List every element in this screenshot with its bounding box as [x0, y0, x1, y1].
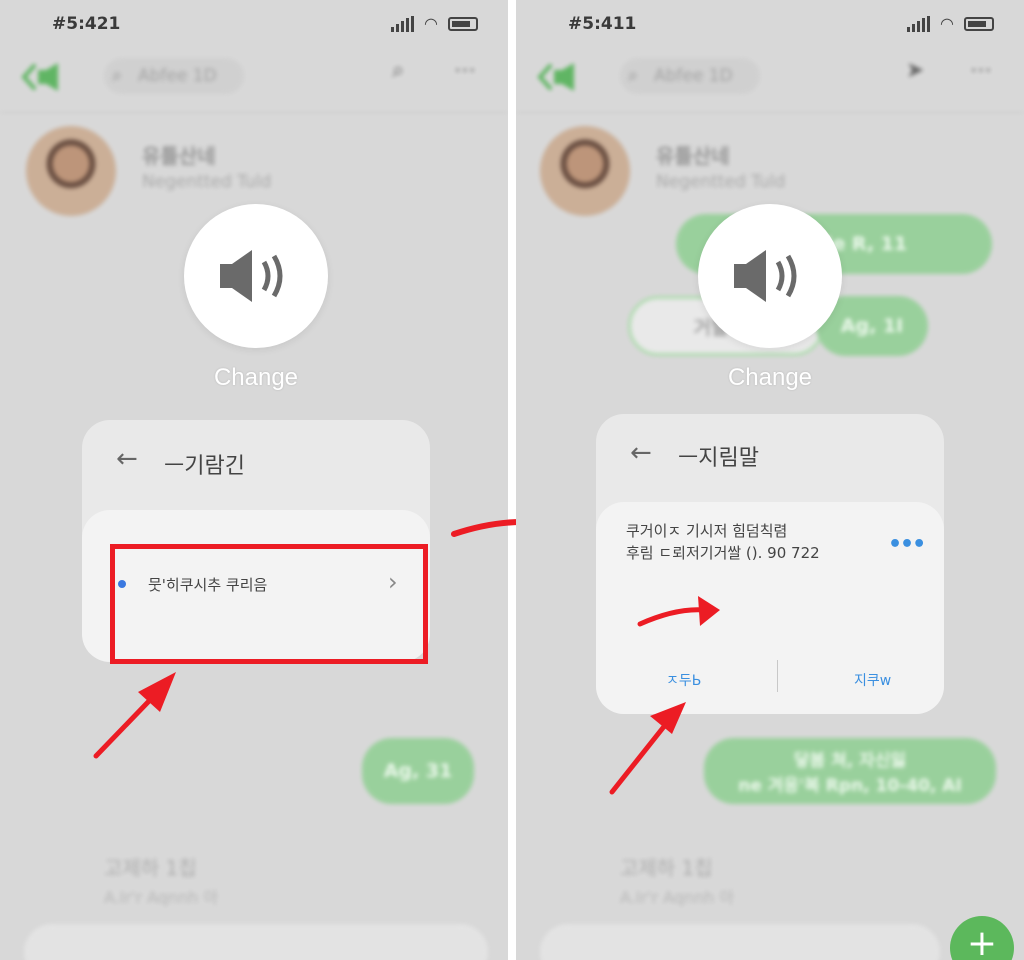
screen-before: ⌕ Abfee 1D ⌕ ⋯ 유틀산네 Negentted Tuld Ag, 3…: [0, 0, 508, 960]
pointer-arrow-icon: [93, 672, 176, 759]
screen-after: ⌕ Abfee 1D ➤ ⋯ 유틀산네 Negentted Tuld Vogti…: [516, 0, 1024, 960]
pointer-arrow-icon: [609, 596, 720, 795]
